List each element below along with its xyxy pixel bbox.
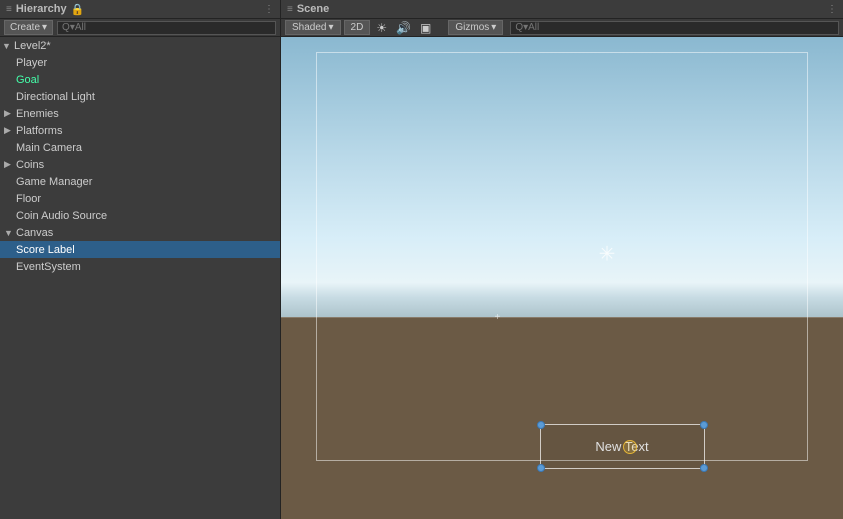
gizmos-label: Gizmos bbox=[455, 22, 489, 33]
hierarchy-panel: Create ▾ ▼ Level2* Player Goal bbox=[0, 19, 281, 519]
origin-cross: + bbox=[495, 312, 501, 323]
scene-header: ≡ Scene ⋮ bbox=[281, 0, 843, 19]
coins-label: Coins bbox=[16, 159, 44, 171]
root-arrow: ▼ bbox=[2, 41, 14, 51]
platforms-arrow: ▶ bbox=[4, 125, 16, 136]
hierarchy-search-input[interactable] bbox=[57, 21, 276, 35]
gizmos-button[interactable]: Gizmos ▾ bbox=[448, 20, 503, 35]
list-item-event-system[interactable]: EventSystem bbox=[0, 258, 280, 275]
camera-label: Main Camera bbox=[16, 142, 82, 154]
list-item-enemies[interactable]: ▶ Enemies bbox=[0, 105, 280, 122]
root-label: Level2* bbox=[14, 40, 51, 52]
handle-bottom-right[interactable] bbox=[700, 464, 708, 472]
floor-arrow bbox=[4, 194, 16, 204]
shaded-label: Shaded bbox=[292, 22, 326, 33]
scene-toolbar: Shaded ▾ 2D ☀ 🔊 ▣ Gizmos ▾ bbox=[281, 19, 843, 37]
platforms-label: Platforms bbox=[16, 125, 62, 137]
scene-viewport[interactable]: ✳ + New Text bbox=[281, 37, 843, 519]
coin-audio-arrow bbox=[4, 211, 16, 221]
panel-headers: ≡ Hierarchy 🔒 ⋮ ≡ Scene ⋮ bbox=[0, 0, 843, 19]
main-layout: Create ▾ ▼ Level2* Player Goal bbox=[0, 19, 843, 519]
enemies-arrow: ▶ bbox=[4, 108, 16, 119]
eventsys-label: EventSystem bbox=[16, 261, 81, 273]
create-button[interactable]: Create ▾ bbox=[4, 20, 53, 35]
goal-label: Goal bbox=[16, 74, 39, 86]
create-arrow: ▾ bbox=[42, 22, 47, 33]
hierarchy-root-item[interactable]: ▼ Level2* bbox=[0, 37, 280, 54]
list-item-coins[interactable]: ▶ Coins bbox=[0, 156, 280, 173]
pivot-handle[interactable] bbox=[623, 440, 637, 454]
shaded-button[interactable]: Shaded ▾ bbox=[285, 20, 341, 35]
camera-arrow bbox=[4, 143, 16, 153]
camera-scene-icon: ✳ bbox=[599, 241, 616, 266]
hierarchy-toolbar: Create ▾ bbox=[0, 19, 280, 37]
list-item-score-label[interactable]: Score Label bbox=[0, 241, 280, 258]
handle-bottom-left[interactable] bbox=[537, 464, 545, 472]
create-label: Create bbox=[10, 22, 40, 33]
canvas-label: Canvas bbox=[16, 227, 53, 239]
handle-top-left[interactable] bbox=[537, 421, 545, 429]
gm-label: Game Manager bbox=[16, 176, 92, 188]
audio-toggle-button[interactable]: 🔊 bbox=[393, 21, 414, 35]
hierarchy-lines-icon: ≡ bbox=[6, 4, 12, 15]
list-item-player[interactable]: Player bbox=[0, 54, 280, 71]
dirlight-label: Directional Light bbox=[16, 91, 95, 103]
gm-arrow bbox=[4, 177, 16, 187]
hierarchy-header: ≡ Hierarchy 🔒 ⋮ bbox=[0, 0, 281, 19]
canvas-arrow: ▼ bbox=[4, 228, 16, 238]
image-toggle-button[interactable]: ▣ bbox=[417, 21, 434, 35]
mode-2d-label: 2D bbox=[351, 22, 364, 33]
scene-menu-icon[interactable]: ⋮ bbox=[827, 4, 837, 15]
horizon-line bbox=[281, 317, 843, 318]
hierarchy-menu-icon[interactable]: ⋮ bbox=[264, 4, 274, 15]
handle-top-right[interactable] bbox=[700, 421, 708, 429]
dirlight-arrow bbox=[4, 92, 16, 102]
gizmos-arrow: ▾ bbox=[491, 22, 496, 33]
enemies-label: Enemies bbox=[16, 108, 59, 120]
list-item-main-camera[interactable]: Main Camera bbox=[0, 139, 280, 156]
sky-background bbox=[281, 37, 843, 326]
list-item-coin-audio[interactable]: Coin Audio Source bbox=[0, 207, 280, 224]
ground-background bbox=[281, 317, 843, 519]
list-item-canvas[interactable]: ▼ Canvas bbox=[0, 224, 280, 241]
new-text-element[interactable]: New Text bbox=[540, 424, 705, 469]
scene-lines-icon: ≡ bbox=[287, 4, 293, 15]
hierarchy-lock-icon: 🔒 bbox=[71, 3, 85, 16]
coin-audio-label: Coin Audio Source bbox=[16, 210, 107, 222]
new-text-label: New Text bbox=[595, 439, 648, 454]
player-arrow bbox=[4, 58, 16, 68]
score-label-text: Score Label bbox=[16, 244, 75, 256]
hierarchy-list: ▼ Level2* Player Goal Directional Light … bbox=[0, 37, 280, 519]
shaded-arrow: ▾ bbox=[328, 22, 333, 33]
list-item-game-manager[interactable]: Game Manager bbox=[0, 173, 280, 190]
player-label: Player bbox=[16, 57, 47, 69]
coins-arrow: ▶ bbox=[4, 159, 16, 170]
scene-title: Scene bbox=[297, 3, 329, 15]
scene-search-input[interactable] bbox=[510, 21, 839, 35]
list-item-floor[interactable]: Floor bbox=[0, 190, 280, 207]
hierarchy-title: Hierarchy bbox=[16, 3, 67, 15]
score-arrow bbox=[4, 245, 16, 255]
scene-panel: Shaded ▾ 2D ☀ 🔊 ▣ Gizmos ▾ bbox=[281, 19, 843, 519]
mode-2d-button[interactable]: 2D bbox=[344, 20, 371, 35]
list-item-goal[interactable]: Goal bbox=[0, 71, 280, 88]
eventsys-arrow bbox=[4, 262, 16, 272]
list-item-platforms[interactable]: ▶ Platforms bbox=[0, 122, 280, 139]
list-item-directional-light[interactable]: Directional Light bbox=[0, 88, 280, 105]
goal-arrow bbox=[4, 75, 16, 85]
light-toggle-button[interactable]: ☀ bbox=[373, 21, 390, 35]
floor-label: Floor bbox=[16, 193, 41, 205]
